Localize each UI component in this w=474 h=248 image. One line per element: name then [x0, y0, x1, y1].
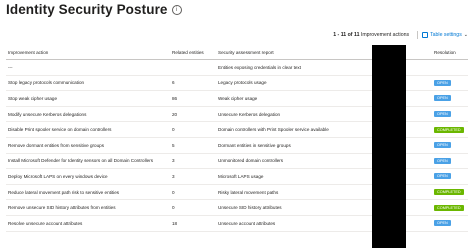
status-badge: OPEN: [434, 173, 451, 180]
page-title: Identity Security Posture: [6, 2, 168, 17]
resolution-cell: COMPLETED: [432, 199, 468, 216]
improvement-action-cell: Resolve unsecure account attributes: [6, 215, 170, 232]
improvement-action-cell: Stop legacy protocols communication: [6, 75, 170, 92]
resolution-cell: OPEN: [432, 168, 468, 185]
resolution-cell: COMPLETED: [432, 121, 468, 138]
assessment-report-cell: Unsecure account attributes: [216, 215, 380, 232]
table-settings-icon: [422, 32, 429, 38]
chevron-down-icon: ⌄: [463, 32, 468, 38]
resolution-cell: OPEN: [432, 75, 468, 92]
column-header-improvement-action[interactable]: Improvement action: [6, 45, 170, 60]
pager-text: 1 - 11 of 11 Improvement actions: [333, 32, 409, 38]
related-entities-cell: 6: [170, 75, 216, 92]
assessment-report-cell: Unsecure SID history attributes: [216, 199, 380, 216]
assessment-report-cell: Risky lateral movement paths: [216, 184, 380, 201]
toolbar-divider: [417, 31, 419, 39]
related-entities-cell: 0: [170, 184, 216, 201]
related-entities-cell: [170, 59, 216, 76]
improvement-action-cell: Install Microsoft Defender for Identity …: [6, 153, 170, 170]
status-badge: COMPLETED: [434, 204, 464, 211]
assessment-report-cell: Unsecure Kerberos delegation: [216, 106, 380, 123]
toolbar: 1 - 11 of 11 Improvement actions Table s…: [333, 31, 468, 39]
assessment-report-cell: Unmonitored domain controllers: [216, 153, 380, 170]
improvement-action-cell: Deploy Microsoft LAPS on every windows d…: [6, 168, 170, 185]
improvement-action-cell: ---: [6, 59, 170, 76]
resolution-cell: OPEN: [432, 137, 468, 154]
related-entities-cell: 3: [170, 168, 216, 185]
resolution-cell: [432, 59, 468, 76]
resolution-cell: COMPLETED: [432, 184, 468, 201]
related-entities-cell: 20: [170, 106, 216, 123]
column-header-related-entities[interactable]: Related entities: [170, 45, 216, 60]
status-badge: OPEN: [434, 142, 451, 149]
assessment-report-cell: Entities exposing credentials in clear t…: [216, 59, 380, 76]
column-header-security-assessment-report[interactable]: Security assessment report: [216, 45, 380, 60]
title-row: Identity Security Posture i: [6, 2, 182, 17]
improvement-action-cell: Reduce lateral movement path risk to sen…: [6, 184, 170, 201]
status-badge: OPEN: [434, 95, 451, 102]
improvement-action-cell: Stop weak cipher usage: [6, 90, 170, 107]
resolution-cell: OPEN: [432, 90, 468, 107]
status-badge: OPEN: [434, 111, 451, 118]
related-entities-cell: 0: [170, 199, 216, 216]
assessment-report-cell: Weak cipher usage: [216, 90, 380, 107]
related-entities-cell: 0: [170, 121, 216, 138]
resolution-cell: OPEN: [432, 153, 468, 170]
improvement-action-cell: Remove unsecure SID history attributes f…: [6, 199, 170, 216]
status-badge: COMPLETED: [434, 126, 464, 133]
improvement-action-cell: Remove dormant entities from sensitive g…: [6, 137, 170, 154]
status-badge: OPEN: [434, 220, 451, 227]
resolution-cell: OPEN: [432, 106, 468, 123]
improvement-action-cell: Disable Print spooler service on domain …: [6, 121, 170, 138]
related-entities-cell: 18: [170, 215, 216, 232]
improvement-action-cell: Modify unsecure Kerberos delegations: [6, 106, 170, 123]
assessment-report-cell: Domain controllers with Print Spooler se…: [216, 121, 380, 138]
related-entities-cell: 5: [170, 137, 216, 154]
pager-range: 1 - 11 of 11: [333, 32, 360, 38]
related-entities-cell: 86: [170, 90, 216, 107]
column-header-resolution[interactable]: Resolution: [432, 45, 468, 60]
assessment-report-cell: Microsoft LAPS usage: [216, 168, 380, 185]
assessment-report-cell: Legacy protocols usage: [216, 75, 380, 92]
table-settings-button[interactable]: Table settings ⌄: [422, 32, 468, 38]
info-icon[interactable]: i: [171, 4, 182, 15]
redaction-block: [372, 45, 406, 248]
assessment-report-cell: Dormant entities in sensitive groups: [216, 137, 380, 154]
resolution-cell: OPEN: [432, 215, 468, 232]
pager-suffix: Improvement actions: [359, 32, 410, 38]
table-settings-label: Table settings: [430, 32, 462, 38]
status-badge: OPEN: [434, 79, 451, 86]
status-badge: OPEN: [434, 157, 451, 164]
related-entities-cell: 3: [170, 153, 216, 170]
status-badge: COMPLETED: [434, 189, 464, 196]
